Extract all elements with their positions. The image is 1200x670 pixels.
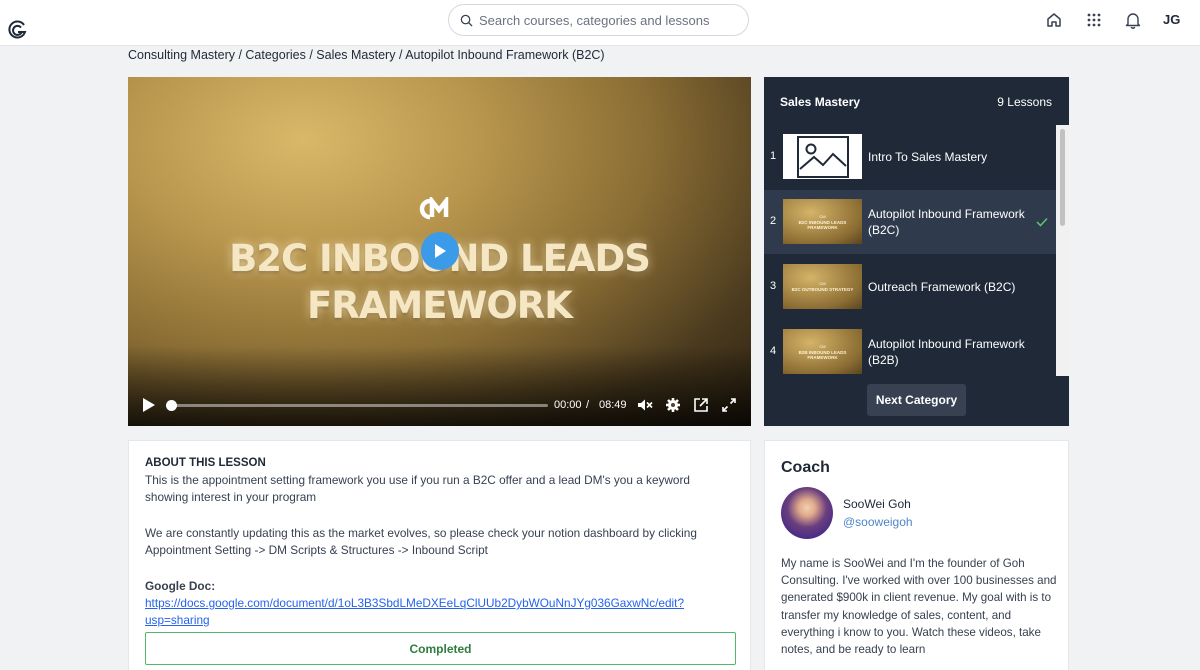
coach-bio: My name is SooWei and I'm the founder of… [781,557,1057,657]
seek-handle[interactable] [166,400,177,411]
video-controls: 00:00 / 08:49 [128,393,751,417]
playlist-scrollbar-thumb[interactable] [1060,129,1065,226]
lesson-thumbnail [783,134,862,179]
thumb-title: B2B INBOUND LEADS FRAMEWORK [798,349,847,360]
lesson-name: Autopilot Inbound Framework (B2C) [868,207,1025,237]
bell-icon[interactable] [1124,11,1142,29]
home-icon[interactable] [1045,11,1063,29]
video-title-line2: FRAMEWORK [307,284,573,327]
lesson-item[interactable]: 3 CM B2C OUTBOUND STRATEGY Outreach Fram… [764,255,1056,319]
lesson-playlist: Sales Mastery 9 Lessons 1 Intro To Sales… [764,77,1069,426]
seek-bar[interactable] [168,404,548,407]
apps-grid-icon[interactable] [1085,11,1103,29]
popout-icon[interactable] [693,397,709,413]
lesson-name: Intro To Sales Mastery [868,150,988,164]
lesson-item[interactable]: 1 Intro To Sales Mastery [764,125,1056,189]
lesson-thumbnail: CM B2B INBOUND LEADS FRAMEWORK [783,329,862,374]
mute-icon[interactable] [637,397,653,413]
thumb-title: B2C INBOUND LEADS FRAMEWORK [798,219,847,230]
logo-icon[interactable] [8,20,28,40]
lesson-name: Autopilot Inbound Framework (B2B) [868,337,1025,367]
search-placeholder: Search courses, categories and lessons [479,12,710,28]
time-separator: / [586,399,590,411]
video-player[interactable]: B2C INBOUND LEADS FRAMEWORK 00:00 / 08:4… [128,77,751,426]
completed-check-icon [1036,217,1048,227]
thumb-title: B2C OUTBOUND STRATEGY [791,287,854,292]
play-icon [435,244,446,258]
image-placeholder-icon [796,135,849,178]
playlist-count: 9 Lessons [997,95,1052,109]
search-icon [460,14,473,27]
lesson-name: Outreach Framework (B2C) [868,280,1016,294]
google-doc-label: Google Doc: [145,579,216,593]
breadcrumb[interactable]: Consulting Mastery / Categories / Sales … [128,48,605,62]
coach-name: SooWei Goh [843,497,911,511]
settings-gear-icon[interactable] [665,397,681,413]
user-avatar[interactable]: JG [1163,12,1180,27]
lesson-number: 4 [770,345,777,357]
coach-avatar[interactable] [781,487,833,539]
coach-heading: Coach [781,459,830,476]
lesson-number: 2 [770,215,777,227]
lesson-list: 1 Intro To Sales Mastery 2 CM B2C INBOUN… [764,125,1056,376]
coach-card: Coach SooWei Goh @sooweigoh My name is S… [764,440,1069,670]
thumb-logo: CM [819,343,826,349]
about-paragraph-2: We are constantly updating this as the m… [145,526,697,557]
playlist-title: Sales Mastery [780,95,861,109]
about-paragraph-1: This is the appointment setting framewor… [145,473,690,504]
lesson-number: 1 [770,150,777,162]
current-time: 00:00 [554,399,582,411]
search-input[interactable]: Search courses, categories and lessons [448,4,749,36]
cm-logo-icon [419,197,449,220]
fullscreen-icon[interactable] [721,397,737,413]
top-bar: Search courses, categories and lessons J… [0,0,1200,46]
lesson-thumbnail: CM B2C INBOUND LEADS FRAMEWORK [783,199,862,244]
coach-handle-link[interactable]: @sooweigoh [843,515,913,529]
google-doc-line: Google Doc: https://docs.google.com/docu… [145,578,734,629]
google-doc-link[interactable]: https://docs.google.com/document/d/1oL3B… [145,596,684,627]
next-category-button[interactable]: Next Category [867,384,966,416]
play-button-icon[interactable] [142,397,156,413]
lesson-thumbnail: CM B2C OUTBOUND STRATEGY [783,264,862,309]
duration: 08:49 [599,399,627,411]
thumb-logo: CM [819,281,826,286]
lesson-item[interactable]: 4 CM B2B INBOUND LEADS FRAMEWORK Autopil… [764,320,1056,376]
lesson-number: 3 [770,280,777,292]
about-heading: ABOUT THIS LESSON [145,457,266,469]
big-play-button[interactable] [421,232,459,270]
completed-button[interactable]: Completed [145,632,736,665]
thumb-logo: CM [819,213,826,219]
lesson-item-active[interactable]: 2 CM B2C INBOUND LEADS FRAMEWORK Autopil… [764,190,1056,254]
about-lesson-card: ABOUT THIS LESSON This is the appointmen… [128,440,751,670]
